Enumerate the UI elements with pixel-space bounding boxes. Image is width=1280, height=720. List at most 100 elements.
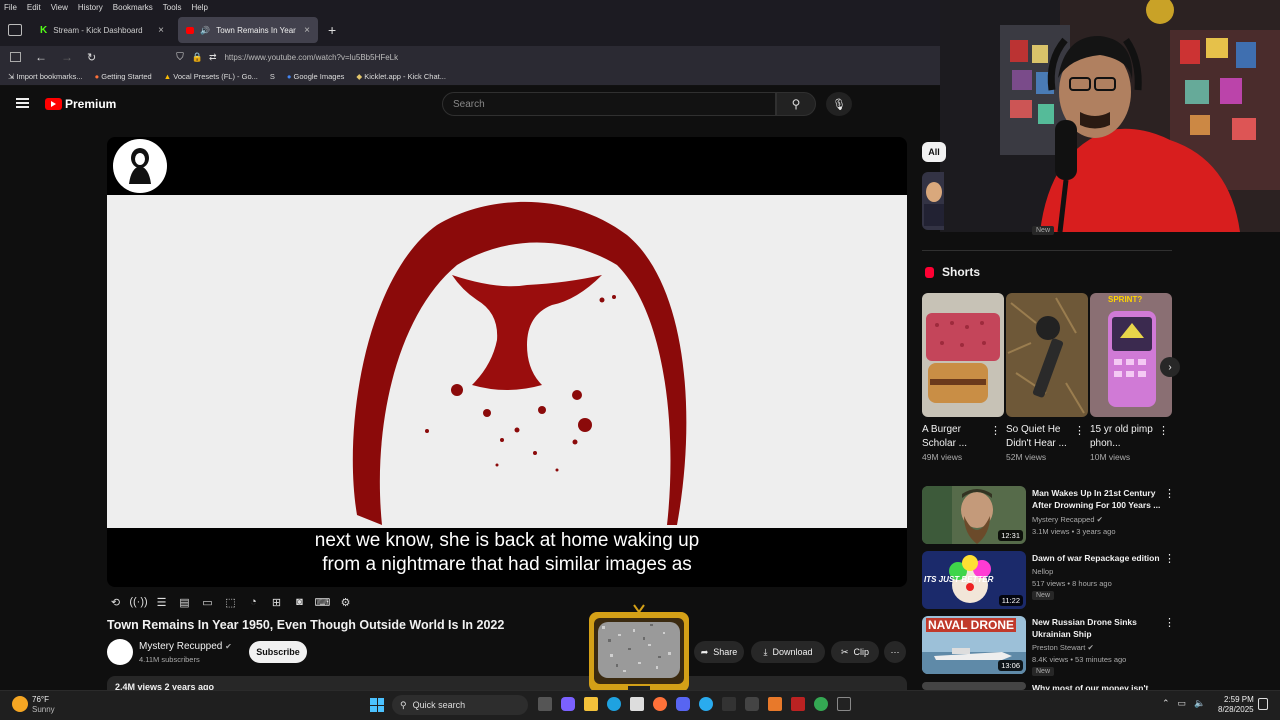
recommended-menu-icon[interactable]: ⋮ — [1164, 552, 1175, 565]
menu-help[interactable]: Help — [191, 3, 207, 12]
shield-icon[interactable]: ⛉ — [176, 52, 184, 63]
playlist-icon[interactable]: ☰ — [153, 595, 170, 609]
weather-temp[interactable]: 76°F — [32, 695, 49, 704]
loop-icon[interactable]: ⟲ — [107, 595, 124, 609]
sidebar-icon[interactable] — [10, 52, 21, 62]
video-player[interactable]: next we know, she is back at home waking… — [107, 137, 907, 587]
picture-icon[interactable]: ▭ — [199, 595, 216, 609]
notification-icon[interactable] — [1258, 698, 1268, 710]
volume-icon[interactable]: 🔈 — [1194, 698, 1205, 709]
file-explorer-icon[interactable] — [584, 697, 598, 711]
recommended-thumbnail[interactable]: 12:31 — [922, 486, 1026, 544]
youtube-logo[interactable]: Premium — [45, 97, 116, 111]
audio-icon[interactable]: ((·)) — [129, 595, 147, 609]
menu-history[interactable]: History — [78, 3, 103, 12]
short-thumbnail[interactable] — [922, 293, 1004, 417]
close-tab-icon[interactable]: × — [304, 25, 310, 36]
speaker-icon[interactable]: 🔊 — [200, 26, 210, 35]
bookmark-getting-started[interactable]: ● Getting Started — [95, 72, 152, 81]
download-button[interactable]: ⤓ Download — [751, 641, 825, 663]
rsi-icon[interactable] — [722, 697, 736, 711]
voice-search-button[interactable]: 🎙 — [826, 92, 852, 116]
app-s-icon[interactable] — [745, 697, 759, 711]
menu-file[interactable]: File — [4, 3, 17, 12]
channel-name[interactable]: Mystery Recupped ✔ — [139, 641, 232, 652]
recommended-title[interactable]: New Russian Drone Sinks Ukrainian Ship — [1032, 616, 1162, 640]
subscribe-button[interactable]: Subscribe — [249, 641, 307, 663]
short-menu-icon[interactable]: ⋮ — [1074, 424, 1085, 437]
recommended-title[interactable]: Dawn of war Repackage edition — [1032, 552, 1162, 564]
network-icon[interactable]: ▭ — [1178, 698, 1187, 709]
url-bar[interactable]: https://www.youtube.com/watch?v=lu5Bb5HF… — [224, 53, 398, 62]
chrome-icon[interactable] — [814, 697, 828, 711]
keyboard-icon[interactable]: ⌨ — [314, 595, 331, 609]
search-button[interactable]: ⚲ — [776, 92, 816, 116]
search-input[interactable]: Search — [442, 92, 776, 116]
app-dzl-icon[interactable] — [791, 697, 805, 711]
add-icon[interactable]: ⊞ — [268, 595, 285, 609]
short-thumbnail[interactable] — [1006, 293, 1088, 417]
bookmark-kicklet[interactable]: ◆ Kicklet.app - Kick Chat... — [356, 72, 446, 81]
app-terminal-icon[interactable] — [837, 697, 851, 711]
copilot-icon[interactable] — [561, 697, 575, 711]
short-menu-icon[interactable]: ⋮ — [1158, 424, 1169, 437]
close-tab-icon[interactable]: × — [158, 25, 164, 36]
menu-bookmarks[interactable]: Bookmarks — [113, 3, 153, 12]
short-menu-icon[interactable]: ⋮ — [990, 424, 1001, 437]
recommended-title[interactable]: Man Wakes Up In 21st Century After Drown… — [1032, 487, 1162, 511]
miniplayer-icon[interactable]: ⬚ — [222, 595, 239, 609]
firefox-icon[interactable] — [653, 697, 667, 711]
more-actions-button[interactable]: ⋯ — [884, 641, 906, 663]
recommended-thumbnail[interactable]: ITS JUST BETTER 11:22 — [922, 551, 1026, 609]
forward-icon[interactable]: → — [61, 50, 73, 64]
recommended-thumbnail[interactable]: NAVAL DRONE 13:06 — [922, 616, 1026, 674]
bookmark-import[interactable]: ⇲ Import bookmarks... — [8, 72, 83, 81]
discord-icon[interactable] — [676, 697, 690, 711]
app-a-icon[interactable] — [768, 697, 782, 711]
windows-start-icon[interactable] — [370, 698, 384, 712]
shorts-next-button[interactable]: › — [1160, 357, 1180, 377]
recommended-menu-icon[interactable]: ⋮ — [1164, 487, 1175, 500]
short-thumbnail[interactable]: SPRINT? — [1090, 293, 1172, 417]
recommended-thumbnail[interactable] — [922, 682, 1026, 690]
clip-button[interactable]: ✂ Clip — [831, 641, 879, 663]
settings-gear-icon[interactable]: ⚙ — [337, 595, 354, 609]
bookmark-google-images[interactable]: ● Google Images — [287, 72, 345, 81]
taskbar-search[interactable]: ⚲ Quick search — [392, 695, 528, 715]
filter-chip-all[interactable]: All — [922, 142, 946, 162]
permissions-icon[interactable]: ⇄ — [209, 52, 217, 63]
recommended-title[interactable]: Why most of our money isn't — [1032, 682, 1162, 690]
channel-avatar[interactable] — [107, 639, 133, 665]
edge-icon[interactable] — [607, 697, 621, 711]
task-view-icon[interactable] — [538, 697, 552, 711]
menu-edit[interactable]: Edit — [27, 3, 41, 12]
menu-view[interactable]: View — [51, 3, 68, 12]
back-icon[interactable]: ← — [35, 50, 47, 64]
clock-time[interactable]: 2:59 PM — [1224, 695, 1254, 704]
store-icon[interactable] — [630, 697, 644, 711]
lock-icon: 🔒 — [191, 51, 203, 62]
tab-youtube-video[interactable]: 🔊 Town Remains In Year 1950 × — [178, 17, 318, 43]
reload-icon[interactable]: ↻ — [87, 51, 96, 64]
screenshot-icon[interactable]: ◙ — [291, 595, 308, 609]
hamburger-menu-icon[interactable] — [16, 98, 29, 108]
weather-icon[interactable] — [12, 696, 28, 712]
short-title[interactable]: So Quiet He Didn't Hear ... — [1006, 423, 1074, 451]
tab-kick-dashboard[interactable]: K Stream - Kick Dashboard × — [32, 17, 172, 43]
short-title[interactable]: A Burger Scholar ... — [922, 423, 990, 451]
bookmark-vocal-presets[interactable]: ▲ Vocal Presets (FL) - Go... — [164, 72, 258, 81]
sidebar-top-video-thumbnail[interactable] — [922, 172, 944, 230]
new-tab-button[interactable]: + — [328, 22, 336, 38]
search-icon: ⚲ — [791, 97, 801, 111]
bookmark-s[interactable]: S — [270, 72, 275, 81]
tray-chevron-icon[interactable]: ⌃ — [1162, 698, 1170, 709]
recommended-menu-icon[interactable]: ⋮ — [1164, 616, 1175, 629]
short-title[interactable]: 15 yr old pimp phon... — [1090, 423, 1158, 451]
menu-tools[interactable]: Tools — [163, 3, 182, 12]
share-button[interactable]: ➦ Share — [694, 641, 744, 663]
weather-desc: Sunny — [32, 705, 55, 714]
telegram-icon[interactable] — [699, 697, 713, 711]
film-icon[interactable]: ▤ — [176, 595, 193, 609]
speed-icon[interactable]: ◔ — [245, 595, 262, 609]
tab-list-icon[interactable] — [8, 24, 22, 36]
